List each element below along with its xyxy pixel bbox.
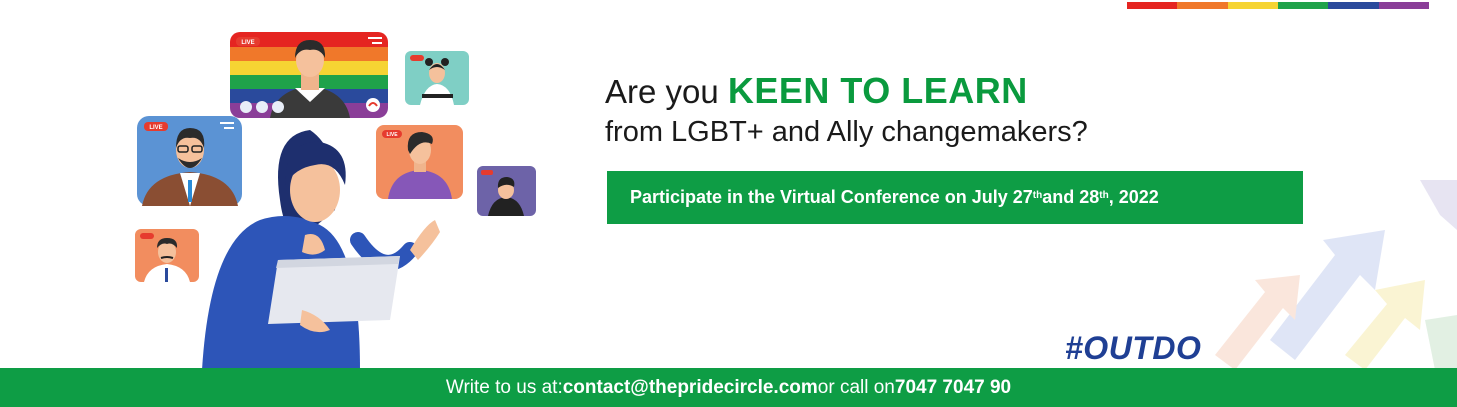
svg-text:LIVE: LIVE (149, 125, 162, 131)
footer-email-link[interactable]: contact@thepridecircle.com (563, 377, 818, 399)
rainbow-yellow (1227, 2, 1278, 9)
live-video-tile-icon (477, 166, 536, 216)
cta-text-before: Participate in the Virtual Conference on… (630, 187, 1033, 207)
rainbow-red (1127, 2, 1178, 9)
footer-phone-link[interactable]: 7047 7047 90 (895, 377, 1011, 399)
headline-line-2: from LGBT+ and Ally changemakers? (605, 116, 1088, 148)
cta-sup-1: th (1032, 190, 1043, 201)
footer-write-label: Write to us at: (445, 376, 563, 398)
rainbow-blue (1328, 2, 1379, 9)
rainbow-orange (1177, 2, 1228, 9)
microphone-icon (272, 101, 284, 113)
headline: Are you KEEN TO LEARN from LGBT+ and All… (605, 70, 1088, 151)
headline-prefix: Are you (605, 73, 728, 110)
live-video-tile-icon (135, 229, 199, 282)
end-call-icon (366, 98, 380, 112)
contact-footer: Write to us at: contact@thepridecircle.c… (0, 368, 1457, 407)
rainbow-purple (1378, 2, 1429, 9)
cta-text-after: , 2022 (1108, 187, 1159, 207)
live-video-tile-icon (405, 51, 469, 105)
camera-icon (256, 101, 268, 113)
headline-line-1: Are you KEEN TO LEARN (605, 70, 1088, 113)
live-video-tile-icon: LIVE (376, 125, 463, 199)
conference-banner: Participate in the Virtual Conference on… (607, 171, 1303, 224)
video-conference-illustration: LIVE LIVE LIVE (135, 32, 536, 370)
chat-icon (240, 101, 252, 113)
headline-accent: KEEN TO LEARN (727, 70, 1028, 111)
live-video-tile-icon: LIVE (137, 116, 242, 206)
cta-text-mid: and 28 (1042, 187, 1100, 207)
hashtag: #OUTDO (1065, 330, 1202, 366)
footer-call-label: or call on (817, 376, 895, 398)
laptop-icon (268, 256, 400, 324)
rainbow-strip (1127, 2, 1429, 9)
svg-text:LIVE: LIVE (386, 132, 398, 138)
svg-text:LIVE: LIVE (241, 40, 254, 46)
live-video-tile-icon: LIVE (230, 32, 388, 118)
cta-sup-2: th (1099, 190, 1109, 201)
decorative-arrows-icon (1215, 180, 1457, 370)
rainbow-green (1277, 2, 1329, 9)
